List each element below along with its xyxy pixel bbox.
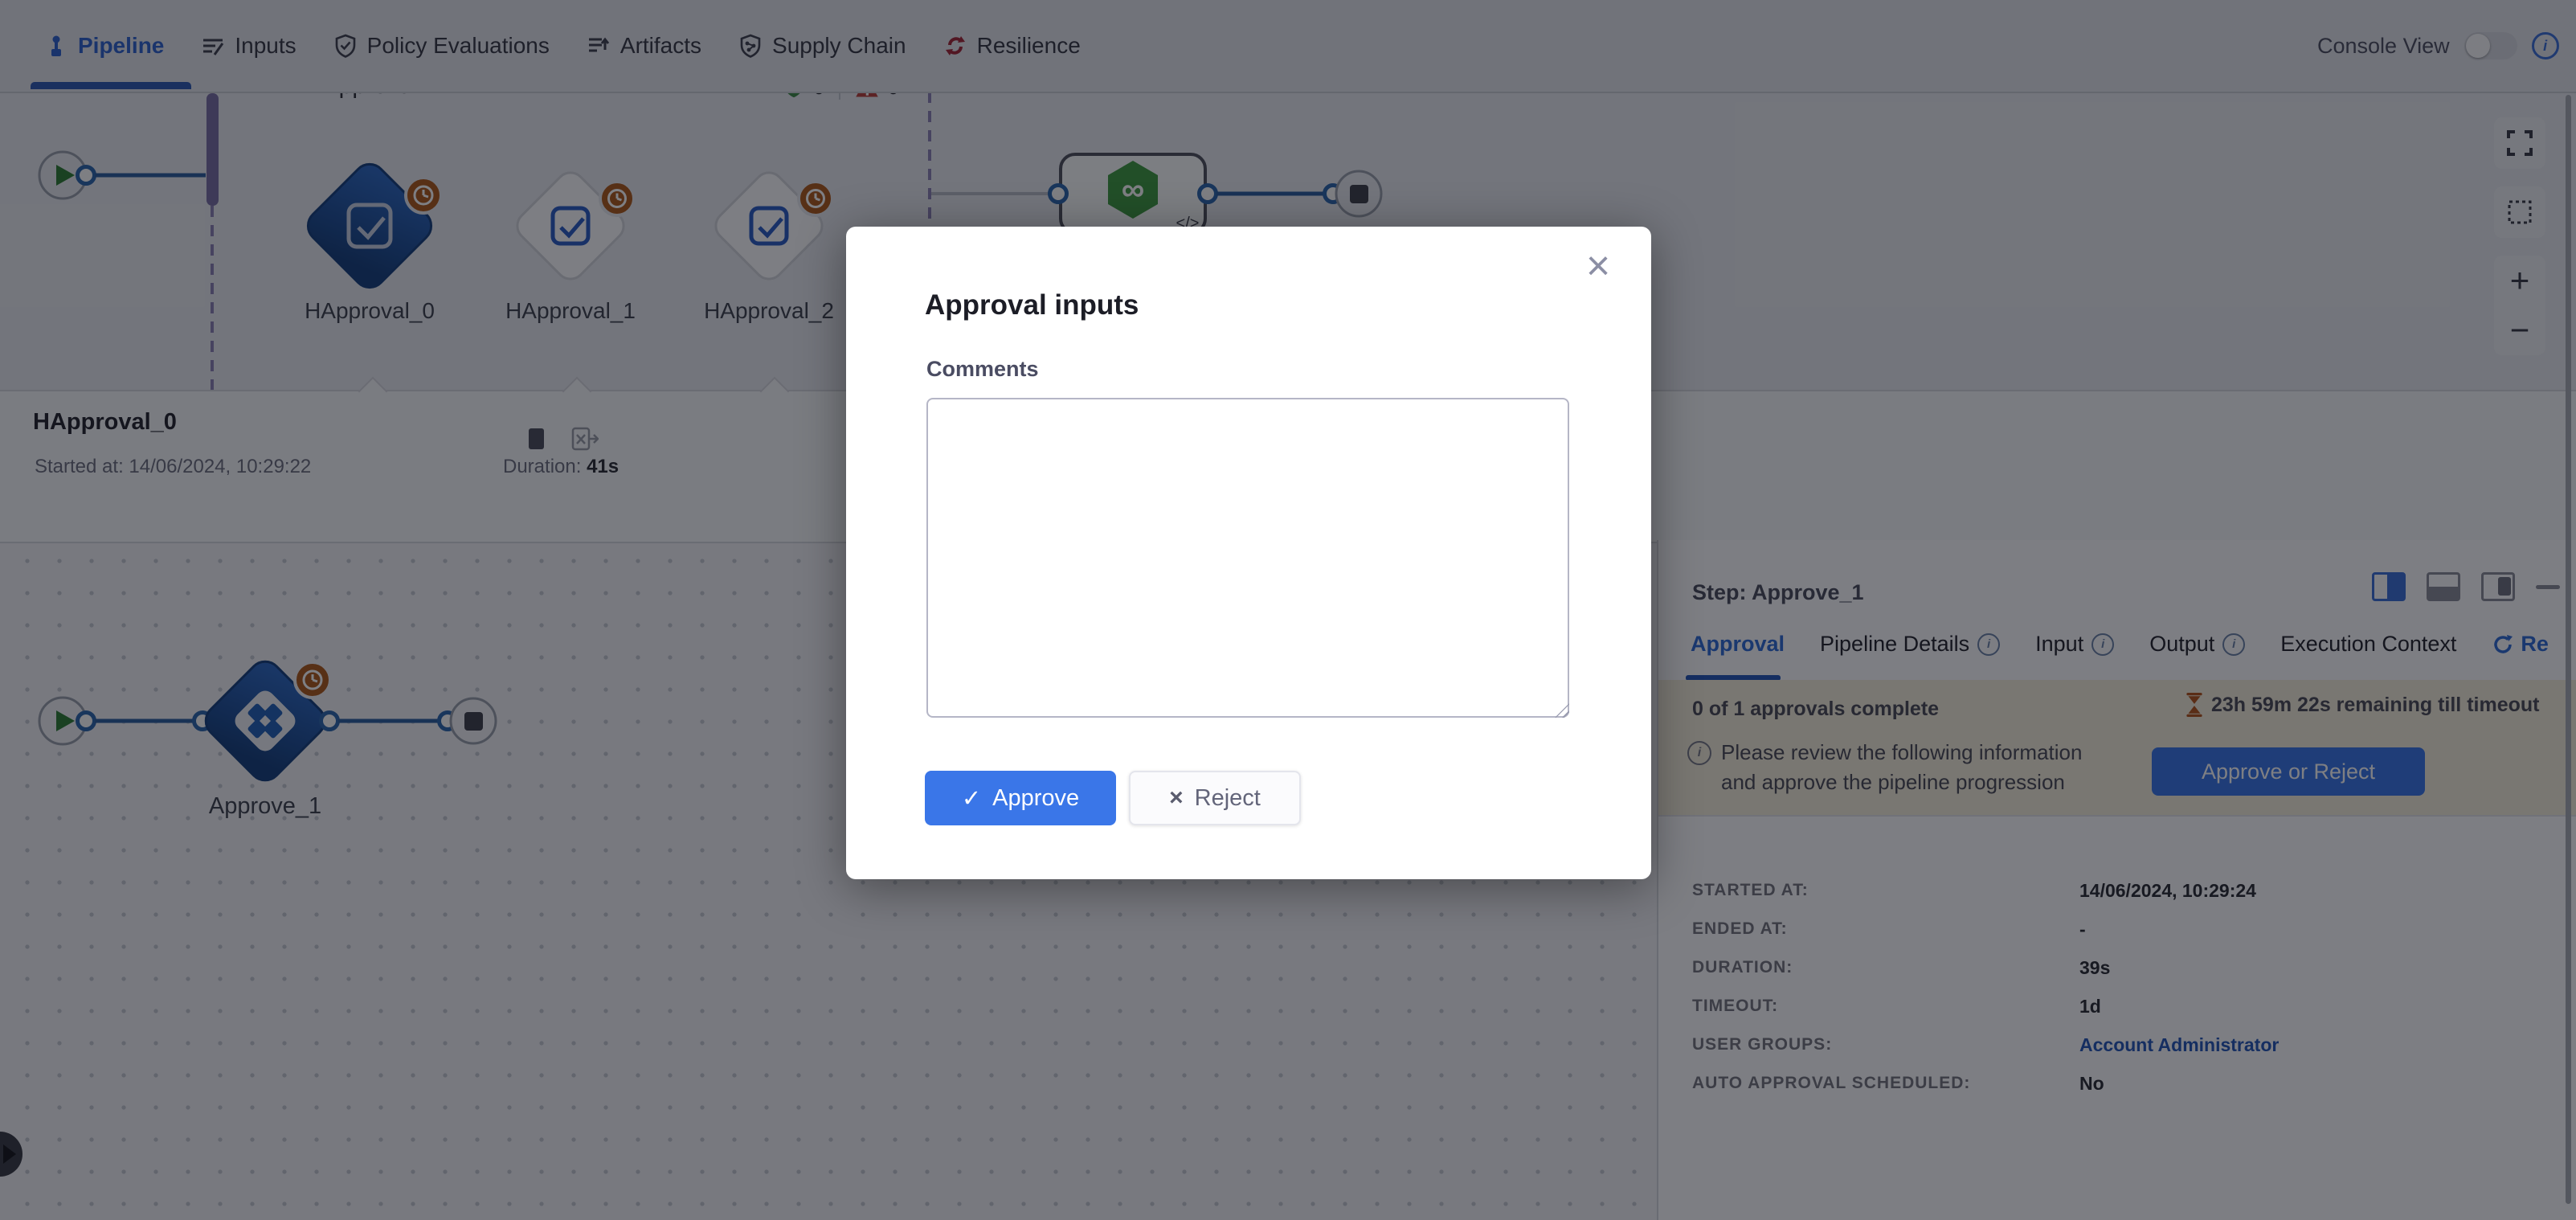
comments-textarea[interactable]	[926, 398, 1569, 718]
reject-button[interactable]: × Reject	[1129, 771, 1301, 825]
approval-inputs-modal: × Approval inputs Comments ✓ Approve × R…	[846, 227, 1651, 879]
check-icon: ✓	[962, 784, 981, 813]
pipeline-execution-page: HApproval_0 HApproval_1 HApproval_2 ∞ </…	[0, 0, 2576, 1220]
x-icon: ×	[1169, 784, 1184, 812]
reject-label: Reject	[1195, 785, 1261, 812]
modal-title: Approval inputs	[925, 289, 1139, 321]
approve-label: Approve	[992, 785, 1079, 812]
close-icon[interactable]: ×	[1574, 241, 1622, 289]
approve-button[interactable]: ✓ Approve	[925, 771, 1116, 825]
comments-label: Comments	[926, 357, 1039, 382]
